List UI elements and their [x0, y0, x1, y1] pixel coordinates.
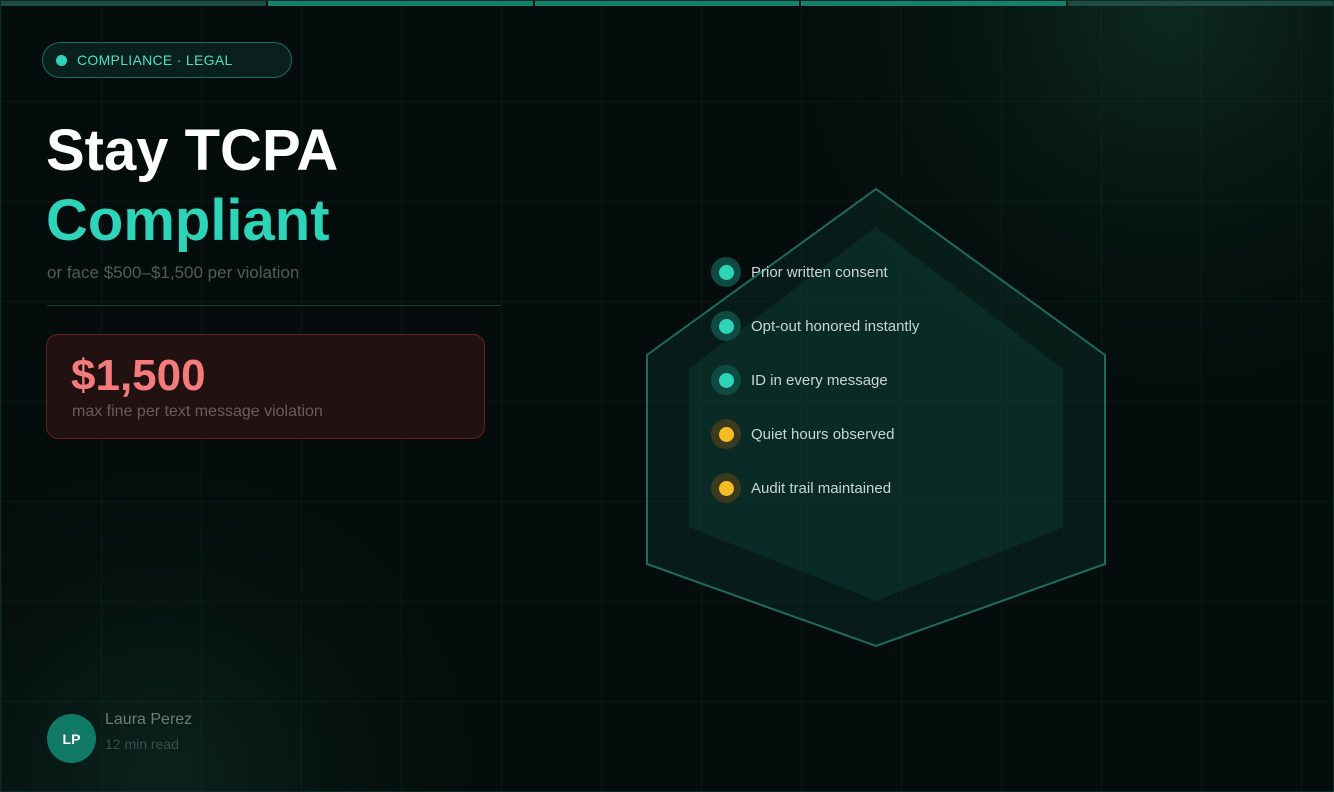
checklist-label: ID in every message — [751, 371, 888, 389]
segment — [267, 1, 533, 6]
badge-label: COMPLIANCE · LEGAL — [77, 52, 233, 68]
status-dot-icon — [711, 257, 741, 287]
segment — [534, 1, 800, 6]
fine-caption: max fine per text message violation — [72, 403, 323, 420]
status-dot-icon — [711, 419, 741, 449]
headline-line-1: Stay TCPA — [46, 118, 339, 183]
read-time: 12 min read — [105, 735, 179, 752]
checklist-item: Audit trail maintained — [711, 473, 891, 503]
checklist-item: Quiet hours observed — [711, 419, 894, 449]
badge-dot-icon — [56, 54, 67, 66]
fine-callout: $1,500 max fine per text message violati… — [46, 334, 485, 439]
checklist-item: Opt-out honored instantly — [711, 311, 919, 341]
category-badge: COMPLIANCE · LEGAL — [42, 42, 292, 78]
hero-card: COMPLIANCE · LEGAL Stay TCPA Compliant o… — [0, 0, 1334, 792]
headline-line-2: Compliant — [46, 188, 330, 253]
divider — [47, 305, 501, 306]
headline-subtitle: or face $500–$1,500 per violation — [47, 263, 300, 282]
fine-amount: $1,500 — [71, 351, 206, 400]
checklist-label: Quiet hours observed — [751, 425, 895, 443]
progress-segments — [1, 1, 1333, 6]
status-dot-icon — [711, 473, 741, 503]
segment — [1068, 1, 1333, 6]
checklist-item: ID in every message — [711, 365, 888, 395]
checklist-label: Prior written consent — [751, 263, 888, 281]
author-byline: LP Laura Perez 12 min read — [47, 711, 192, 763]
checklist-item: Prior written consent — [711, 257, 888, 287]
checklist-label: Audit trail maintained — [751, 479, 892, 497]
checklist-label: Opt-out honored instantly — [751, 317, 920, 335]
avatar: LP — [47, 714, 96, 763]
author-name: Laura Perez — [105, 710, 193, 728]
status-dot-icon — [711, 311, 741, 341]
status-dot-icon — [711, 365, 741, 395]
segment — [801, 1, 1067, 6]
segment — [1, 1, 266, 6]
